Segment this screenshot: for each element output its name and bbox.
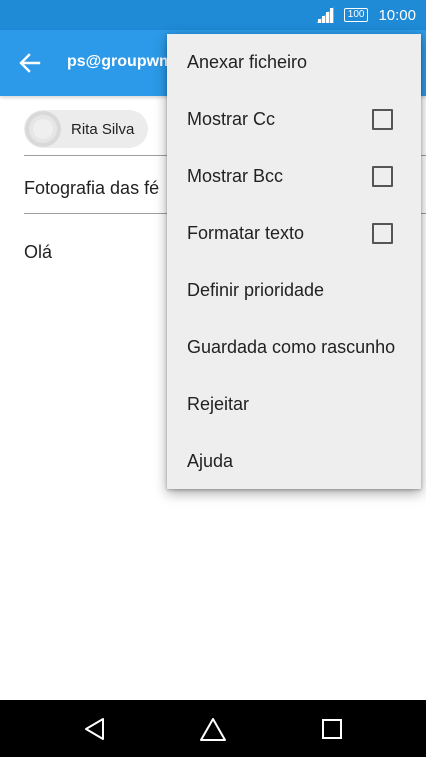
- menu-item-label: Guardada como rascunho: [187, 337, 396, 357]
- status-bar: 100 10:00: [0, 0, 426, 30]
- message-body[interactable]: Olá: [24, 242, 52, 263]
- menu-item-mostrar-cc[interactable]: Mostrar Cc: [167, 91, 421, 148]
- menu-item-ajuda[interactable]: Ajuda: [167, 433, 421, 490]
- nav-recents-button[interactable]: [317, 714, 347, 744]
- navigation-bar: [0, 700, 426, 757]
- menu-item-label: Anexar ficheiro: [187, 52, 308, 72]
- battery-level: 100: [343, 8, 369, 22]
- formatar-texto-checkbox[interactable]: [372, 223, 393, 244]
- menu-item-mostrar-bcc[interactable]: Mostrar Bcc: [167, 148, 421, 205]
- menu-item-rejeitar[interactable]: Rejeitar: [167, 376, 421, 433]
- mostrar-bcc-checkbox[interactable]: [372, 166, 393, 187]
- recipient-name: Rita Silva: [71, 120, 135, 138]
- signal-icon: [315, 7, 334, 23]
- status-icons: 100 10:00: [315, 5, 416, 25]
- person-avatar-icon: [25, 111, 61, 147]
- menu-item-label: Mostrar Bcc: [187, 166, 284, 186]
- menu-item-anexar-ficheiro[interactable]: Anexar ficheiro: [167, 34, 421, 91]
- from-address[interactable]: ps@groupwm: [67, 53, 173, 71]
- menu-item-label: Formatar texto: [187, 223, 305, 243]
- back-button[interactable]: [16, 49, 44, 77]
- recipient-chip[interactable]: Rita Silva: [24, 110, 149, 148]
- home-icon: [198, 714, 228, 744]
- menu-item-label: Ajuda: [187, 451, 234, 471]
- menu-item-guardada-como-rascunho[interactable]: Guardada como rascunho: [167, 319, 421, 376]
- menu-item-label: Mostrar Cc: [187, 109, 276, 129]
- square-recents-icon: [317, 714, 347, 744]
- menu-item-formatar-texto[interactable]: Formatar texto: [167, 205, 421, 262]
- triangle-back-icon: [80, 714, 110, 744]
- clock: 10:00: [378, 6, 416, 24]
- overflow-menu: Anexar ficheiro Mostrar Cc Mostrar Bcc F…: [167, 34, 421, 489]
- mostrar-cc-checkbox[interactable]: [372, 109, 393, 130]
- menu-item-label: Rejeitar: [187, 394, 250, 414]
- menu-item-definir-prioridade[interactable]: Definir prioridade: [167, 262, 421, 319]
- menu-item-label: Definir prioridade: [187, 280, 325, 300]
- nav-home-button[interactable]: [198, 714, 228, 744]
- arrow-left-icon: [16, 49, 44, 77]
- nav-back-button[interactable]: [80, 714, 110, 744]
- subject-field[interactable]: Fotografia das fé: [24, 178, 159, 199]
- battery-icon: 100: [343, 8, 369, 22]
